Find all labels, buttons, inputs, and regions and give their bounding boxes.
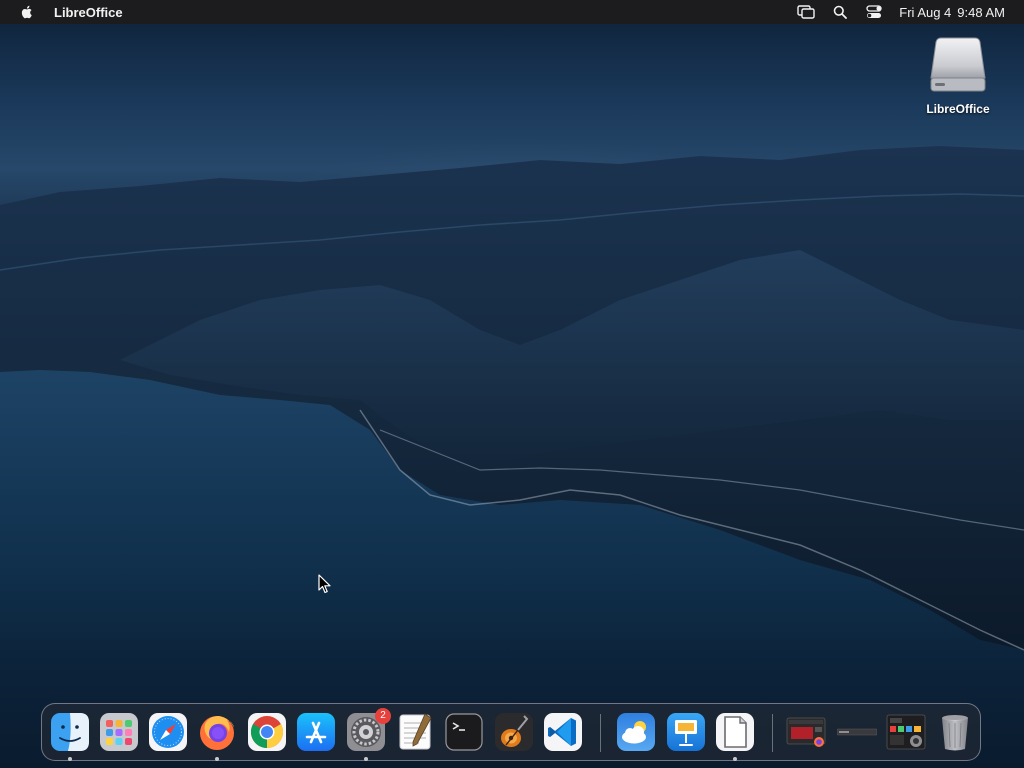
dock-minimized-window-1[interactable] (786, 712, 826, 752)
keynote-icon (667, 713, 705, 751)
dock-app-vscode[interactable] (543, 712, 583, 752)
external-drive-icon (930, 37, 986, 92)
dock-app-safari[interactable] (148, 712, 188, 752)
dock-app-keynote[interactable] (666, 712, 706, 752)
menu-bar: LibreOffice Fri Aug 4 9:48 AM (0, 0, 1024, 24)
desktop-drive-libreoffice[interactable]: LibreOffice (918, 34, 998, 116)
vscode-icon (544, 713, 582, 751)
app-store-icon (297, 713, 335, 751)
dock-minimized-window-3[interactable] (886, 712, 926, 752)
dock-app-finder[interactable] (50, 712, 90, 761)
terminal-icon (445, 713, 483, 751)
status-menus: Fri Aug 4 9:48 AM (781, 0, 1024, 24)
dock-separator (600, 714, 601, 752)
minimized-window-icon (786, 717, 826, 747)
mouse-pointer-icon (318, 574, 331, 594)
menu-bar-clock[interactable]: Fri Aug 4 9:48 AM (899, 5, 1005, 20)
safari-icon (149, 713, 187, 751)
dock-app-firefox[interactable] (197, 712, 237, 761)
active-app-name[interactable]: LibreOffice (54, 5, 123, 20)
clock-time: 9:48 AM (957, 4, 1005, 20)
running-indicator (733, 757, 737, 761)
notification-badge: 2 (375, 708, 391, 724)
dock: 2 (41, 703, 981, 761)
spotlight-search-icon[interactable] (831, 4, 849, 20)
garageband-icon (495, 713, 533, 751)
running-indicator (364, 757, 368, 761)
dock-app-textedit[interactable] (395, 712, 435, 752)
minimized-window-icon (837, 728, 877, 736)
weather-icon (617, 713, 655, 751)
firefox-icon (200, 716, 234, 750)
dock-app-launchpad[interactable] (99, 712, 139, 752)
running-indicator (215, 757, 219, 761)
desktop[interactable]: LibreOffice Fri Aug 4 9:48 AM LibreOffic… (0, 0, 1024, 768)
chrome-icon (248, 713, 286, 751)
launchpad-icon (100, 713, 138, 751)
desktop-drive-label: LibreOffice (926, 102, 990, 116)
textedit-icon (399, 713, 432, 750)
minimized-window-icon (886, 714, 926, 750)
wallpaper-mountains (0, 146, 1024, 651)
dock-app-trash[interactable] (935, 712, 975, 752)
trash-icon (942, 715, 968, 751)
dock-app-chrome[interactable] (247, 712, 287, 752)
finder-icon (51, 713, 89, 751)
dock-app-weather[interactable] (616, 712, 656, 752)
apple-icon[interactable] (19, 4, 35, 20)
control-center-icon[interactable] (865, 4, 883, 20)
screen-mirroring-icon[interactable] (797, 4, 815, 20)
dock-app-app-store[interactable] (296, 712, 336, 752)
dock-minimized-window-2[interactable] (837, 712, 877, 752)
dock-app-terminal[interactable] (444, 712, 484, 752)
clock-date: Fri Aug 4 (899, 4, 952, 20)
dock-separator (772, 714, 773, 752)
libreoffice-icon (716, 713, 754, 751)
dock-app-garageband[interactable] (494, 712, 534, 752)
dock-app-system-preferences[interactable]: 2 (346, 708, 391, 761)
dock-app-libreoffice[interactable] (715, 712, 755, 761)
running-indicator (68, 757, 72, 761)
